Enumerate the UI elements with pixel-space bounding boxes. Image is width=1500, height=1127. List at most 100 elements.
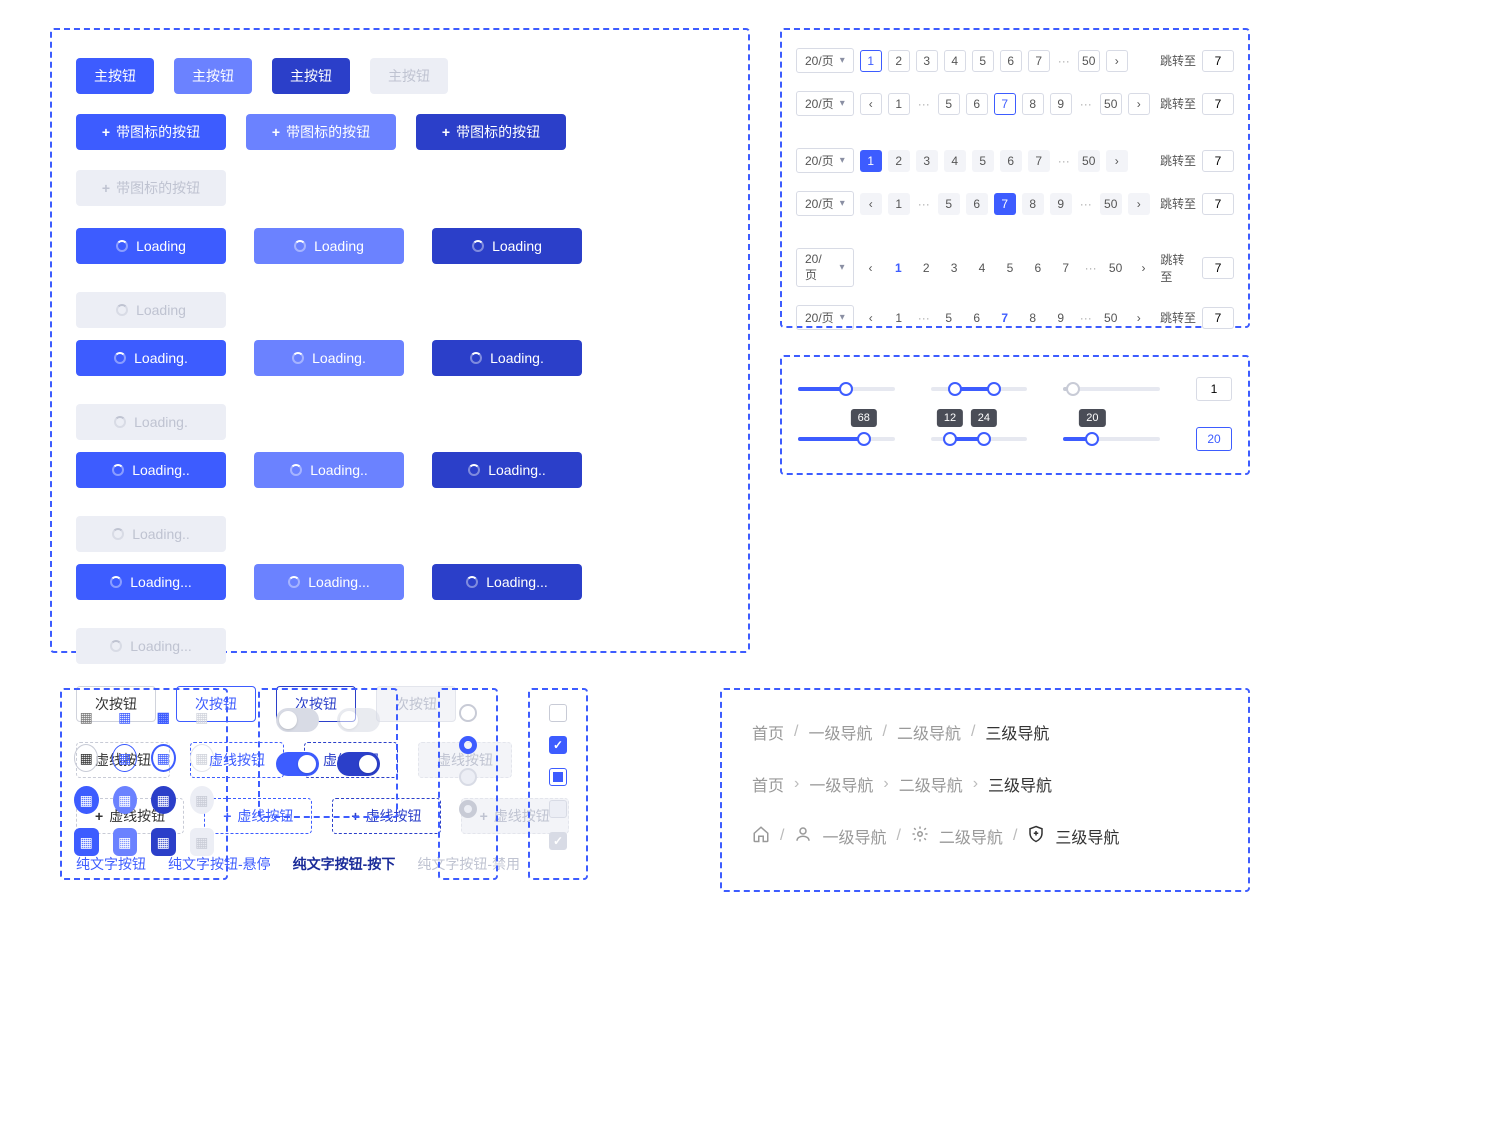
bc-home[interactable]: 首页 xyxy=(752,720,784,744)
page-6[interactable]: 6 xyxy=(1000,150,1022,172)
toggle-on[interactable] xyxy=(276,752,319,776)
page-last[interactable]: 50 xyxy=(1078,150,1100,172)
slider-range[interactable] xyxy=(931,387,1028,391)
slider-input[interactable] xyxy=(1196,377,1232,401)
page-6[interactable]: 6 xyxy=(1000,50,1022,72)
page-prev[interactable]: ‹ xyxy=(860,307,882,329)
page-4[interactable]: 4 xyxy=(944,50,966,72)
page-5[interactable]: 5 xyxy=(938,307,960,329)
page-last[interactable]: 50 xyxy=(1078,50,1100,72)
loading-button-active[interactable]: Loading xyxy=(432,228,582,264)
slider-single[interactable] xyxy=(798,387,895,391)
jump-input[interactable] xyxy=(1202,257,1234,279)
page-prev[interactable]: ‹ xyxy=(860,193,882,215)
slider-tooltip[interactable]: 68 xyxy=(798,437,895,441)
jump-input[interactable] xyxy=(1202,307,1234,329)
page-2[interactable]: 2 xyxy=(888,150,910,172)
page-next[interactable]: › xyxy=(1128,193,1150,215)
jump-input[interactable] xyxy=(1202,93,1234,115)
page-9[interactable]: 9 xyxy=(1050,93,1072,115)
page-7[interactable]: 7 xyxy=(994,193,1016,215)
page-next[interactable]: › xyxy=(1106,50,1128,72)
page-size-select[interactable]: 20/页▾ xyxy=(796,248,854,287)
page-1[interactable]: 1 xyxy=(860,50,882,72)
page-next[interactable]: › xyxy=(1133,257,1155,279)
bc-l1[interactable]: 一级导航 xyxy=(822,824,886,848)
loading-button-hover[interactable]: Loading xyxy=(254,228,404,264)
page-next[interactable]: › xyxy=(1128,307,1150,329)
page-size-select[interactable]: 20/页▾ xyxy=(796,91,854,116)
bc-l2[interactable]: 二级导航 xyxy=(939,824,1003,848)
loading-button[interactable]: Loading.. xyxy=(76,452,226,488)
page-size-select[interactable]: 20/页▾ xyxy=(796,305,854,330)
grid-icon-hover[interactable]: ▦ xyxy=(113,704,138,730)
page-1[interactable]: 1 xyxy=(860,150,882,172)
page-7[interactable]: 7 xyxy=(1028,50,1050,72)
ring-icon-button[interactable]: ▦ xyxy=(74,744,98,772)
page-8[interactable]: 8 xyxy=(1022,307,1044,329)
page-2[interactable]: 2 xyxy=(915,257,937,279)
page-9[interactable]: 9 xyxy=(1050,307,1072,329)
bc-l2[interactable]: 二级导航 xyxy=(899,772,963,796)
jump-input[interactable] xyxy=(1202,193,1234,215)
loading-button-hover[interactable]: Loading. xyxy=(254,340,404,376)
bc-home[interactable]: 首页 xyxy=(752,772,784,796)
page-last[interactable]: 50 xyxy=(1100,307,1122,329)
icon-button[interactable]: 带图标的按钮 xyxy=(76,114,226,150)
page-5[interactable]: 5 xyxy=(972,150,994,172)
loading-button-active[interactable]: Loading. xyxy=(432,340,582,376)
bc-l1[interactable]: 一级导航 xyxy=(809,772,873,796)
ring-icon-button-hover[interactable]: ▦ xyxy=(112,744,136,772)
page-3[interactable]: 3 xyxy=(943,257,965,279)
page-7[interactable]: 7 xyxy=(994,93,1016,115)
icon-button-active[interactable]: 带图标的按钮 xyxy=(416,114,566,150)
checkbox-indeterminate[interactable] xyxy=(549,768,567,786)
page-6[interactable]: 6 xyxy=(966,193,988,215)
loading-button[interactable]: Loading xyxy=(76,228,226,264)
loading-button[interactable]: Loading... xyxy=(76,564,226,600)
solid-icon-button-active[interactable]: ▦ xyxy=(151,786,176,814)
page-7[interactable]: 7 xyxy=(994,307,1016,329)
page-prev[interactable]: ‹ xyxy=(860,257,882,279)
toggle-off[interactable] xyxy=(276,708,319,732)
gear-icon[interactable] xyxy=(911,825,929,848)
page-5[interactable]: 5 xyxy=(972,50,994,72)
page-5[interactable]: 5 xyxy=(938,193,960,215)
bc-l1[interactable]: 一级导航 xyxy=(808,720,872,744)
page-6[interactable]: 6 xyxy=(1027,257,1049,279)
page-size-select[interactable]: 20/页▾ xyxy=(796,191,854,216)
page-8[interactable]: 8 xyxy=(1022,93,1044,115)
square-icon-button[interactable]: ▦ xyxy=(74,828,99,856)
page-next[interactable]: › xyxy=(1106,150,1128,172)
page-1[interactable]: 1 xyxy=(888,93,910,115)
page-size-select[interactable]: 20/页▾ xyxy=(796,148,854,173)
grid-icon-active[interactable]: ▦ xyxy=(151,704,176,730)
page-7[interactable]: 7 xyxy=(1055,257,1077,279)
solid-icon-button[interactable]: ▦ xyxy=(74,786,99,814)
jump-input[interactable] xyxy=(1202,50,1234,72)
page-last[interactable]: 50 xyxy=(1105,257,1127,279)
page-2[interactable]: 2 xyxy=(888,50,910,72)
page-size-select[interactable]: 20/页▾ xyxy=(796,48,854,73)
icon-button-hover[interactable]: 带图标的按钮 xyxy=(246,114,396,150)
user-icon[interactable] xyxy=(794,825,812,848)
page-1[interactable]: 1 xyxy=(888,307,910,329)
loading-button-hover[interactable]: Loading... xyxy=(254,564,404,600)
ring-icon-button-active[interactable]: ▦ xyxy=(151,744,176,772)
page-3[interactable]: 3 xyxy=(916,150,938,172)
page-9[interactable]: 9 xyxy=(1050,193,1072,215)
page-1[interactable]: 1 xyxy=(888,193,910,215)
primary-button[interactable]: 主按钮 xyxy=(76,58,154,94)
text-button-active[interactable]: 纯文字按钮-按下 xyxy=(293,854,396,874)
page-next[interactable]: › xyxy=(1128,93,1150,115)
loading-button-hover[interactable]: Loading.. xyxy=(254,452,404,488)
square-icon-button-active[interactable]: ▦ xyxy=(151,828,176,856)
toggle-on-active[interactable] xyxy=(337,752,380,776)
page-5[interactable]: 5 xyxy=(999,257,1021,279)
checkbox-checked[interactable] xyxy=(549,736,567,754)
jump-input[interactable] xyxy=(1202,150,1234,172)
home-icon[interactable] xyxy=(752,825,770,848)
page-8[interactable]: 8 xyxy=(1022,193,1044,215)
page-last[interactable]: 50 xyxy=(1100,193,1122,215)
page-7[interactable]: 7 xyxy=(1028,150,1050,172)
